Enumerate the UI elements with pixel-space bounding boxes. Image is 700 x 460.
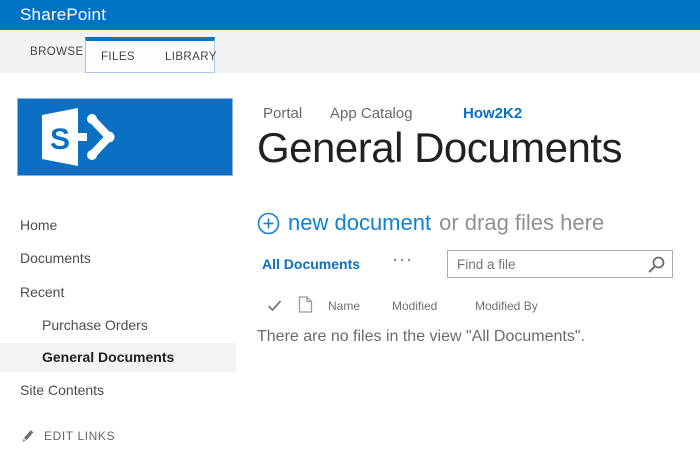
sidebar-item-purchase-orders[interactable]: Purchase Orders	[42, 317, 148, 333]
sidebar-item-site-contents[interactable]: Site Contents	[20, 382, 104, 398]
page-title: General Documents	[257, 124, 622, 172]
svg-text:S: S	[50, 123, 70, 156]
drag-files-text: or drag files here	[439, 210, 604, 236]
tab-library[interactable]: LIBRARY	[165, 51, 217, 63]
tab-browse-label: BROWSE	[30, 46, 84, 58]
ribbon-tab-group: FILES LIBRARY	[85, 37, 215, 73]
plus-circle-icon[interactable]	[257, 212, 280, 235]
sidebar-item-recent[interactable]: Recent	[20, 284, 64, 300]
view-ellipsis-menu[interactable]: ···	[393, 252, 414, 269]
sharepoint-window: SharePoint BROWSE FILES LIBRARY S Home D…	[0, 0, 700, 460]
ribbon-tab-row: BROWSE FILES LIBRARY	[0, 30, 700, 73]
pencil-icon	[20, 428, 35, 443]
new-document-row: new document or drag files here	[257, 210, 604, 236]
topnav-app-catalog[interactable]: App Catalog	[330, 104, 413, 124]
column-header-modified-by[interactable]: Modified By	[475, 299, 538, 313]
tab-browse[interactable]: BROWSE	[30, 30, 84, 73]
brand-title: SharePoint	[20, 5, 106, 25]
edit-links-button[interactable]: EDIT LINKS	[20, 428, 115, 443]
sharepoint-logo-tile[interactable]: S	[17, 98, 233, 176]
column-header-modified[interactable]: Modified	[392, 299, 437, 313]
find-a-file-input[interactable]	[448, 251, 644, 277]
sharepoint-logo-icon: S	[32, 106, 128, 168]
tab-files[interactable]: FILES	[101, 51, 135, 63]
document-type-icon[interactable]	[298, 296, 313, 313]
topnav-how2k2[interactable]: How2K2	[463, 104, 522, 124]
empty-view-message: There are no files in the view "All Docu…	[257, 328, 585, 346]
new-document-link[interactable]: new document	[288, 210, 431, 236]
edit-links-label: EDIT LINKS	[44, 429, 115, 443]
column-header-name[interactable]: Name	[328, 299, 360, 313]
sidebar-item-home[interactable]: Home	[20, 217, 57, 233]
find-a-file-box	[447, 250, 673, 278]
topnav-portal[interactable]: Portal	[263, 104, 302, 124]
view-selector-all-documents[interactable]: All Documents	[262, 256, 360, 272]
sidebar-item-general-documents[interactable]: General Documents	[42, 349, 174, 365]
suite-bar: SharePoint	[0, 0, 700, 30]
search-icon[interactable]	[646, 255, 666, 275]
select-all-checkmark-icon[interactable]	[267, 300, 282, 312]
sidebar-item-documents[interactable]: Documents	[20, 250, 91, 266]
